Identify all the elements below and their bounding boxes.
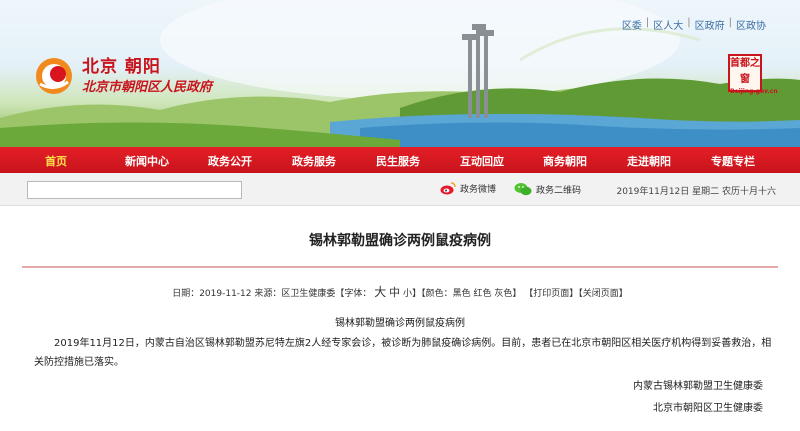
print-page-link[interactable]: 【打印页面】 [524, 289, 578, 299]
font-size-medium[interactable]: 中 [389, 286, 400, 299]
signature-inner-mongolia: 内蒙古锡林郭勒盟卫生健康委 [633, 381, 763, 392]
color-red[interactable]: 红色 [473, 289, 491, 299]
current-date: 2019年11月12日 星期二 农历十月十六 [616, 187, 776, 197]
seal-text: 首都之窗 [730, 58, 760, 85]
signature-chaoyang: 北京市朝阳区卫生健康委 [653, 403, 763, 414]
link-district-congress[interactable]: 区人大 [653, 17, 683, 32]
nav-livelihood-services[interactable]: 民生服务 [376, 153, 420, 169]
color-black[interactable]: 黑色 [453, 289, 471, 299]
seal-small-text: Beijing.gov.cn [730, 88, 778, 95]
wechat-icon [514, 183, 532, 196]
link-district-cppcc[interactable]: 区政协 [736, 17, 766, 32]
weibo-link[interactable]: 政务微博 [440, 182, 496, 195]
weixin-link[interactable]: 政务二维码 [514, 182, 581, 196]
link-district-government[interactable]: 区政府 [695, 17, 725, 32]
nav-business-chaoyang[interactable]: 商务朝阳 [543, 153, 587, 169]
site-title: 北京 朝阳 [82, 57, 161, 77]
nav-news-center[interactable]: 新闻中心 [125, 153, 169, 169]
article-sub-title: 锡林郭勒盟确诊两例鼠疫病例 [335, 318, 465, 329]
color-gray[interactable]: 灰色 [494, 289, 512, 299]
nav-visit-chaoyang[interactable]: 走进朝阳 [627, 153, 671, 169]
font-size-small[interactable]: 小 [403, 289, 412, 299]
close-page-link[interactable]: 【关闭页面】 [578, 289, 628, 299]
top-links: 区委 | 区人大 | 区政府 | 区政协 [621, 17, 766, 32]
chaoyang-logo-icon[interactable] [34, 56, 74, 96]
sub-toolbar: 政务微博 政务二维码 2019年11月12日 星期二 农历十月十六 [0, 173, 800, 206]
nav-gov-affairs-open[interactable]: 政务公开 [208, 153, 252, 169]
color-label-end: 】 [512, 289, 522, 299]
meta-date: 日期：2019-11-12 [172, 289, 252, 299]
nav-gov-services[interactable]: 政务服务 [292, 153, 336, 169]
nav-special-topics[interactable]: 专题专栏 [711, 153, 755, 169]
font-size-large[interactable]: 大 [374, 285, 386, 299]
site-subtitle: 北京市朝阳区人民政府 [82, 80, 213, 95]
nav-home[interactable]: 首页 [45, 153, 67, 169]
article-meta: 日期：2019-11-12 来源：区卫生健康委【字体： 大 中 小】【颜色：黑色… [0, 283, 800, 300]
article-body: 2019年11月12日，内蒙古自治区锡林郭勒盟苏尼特左旗2人经专家会诊，被诊断为… [34, 338, 772, 368]
header-banner: 区委 | 区人大 | 区政府 | 区政协 北京 朝阳 北京市朝阳区人民政府 首都… [0, 0, 800, 147]
link-district-committee[interactable]: 区委 [622, 17, 642, 32]
weibo-label: 政务微博 [460, 185, 497, 195]
article-title: 锡林郭勒盟确诊两例鼠疫病例 [309, 233, 491, 249]
search-input[interactable] [27, 181, 242, 199]
weixin-label: 政务二维码 [536, 185, 582, 196]
weibo-icon [440, 182, 456, 195]
color-label: 】【颜色： [412, 289, 453, 299]
main-nav: 首页 新闻中心 政务公开 政务服务 民生服务 互动回应 商务朝阳 走进朝阳 专题… [0, 147, 800, 173]
font-size-label: 【字体： [335, 289, 372, 299]
title-divider [22, 266, 778, 268]
meta-source: 来源：区卫生健康委 [254, 289, 336, 299]
nav-interaction[interactable]: 互动回应 [460, 153, 504, 169]
capital-window-seal[interactable]: 首都之窗 Beijing.gov.cn [728, 54, 778, 95]
